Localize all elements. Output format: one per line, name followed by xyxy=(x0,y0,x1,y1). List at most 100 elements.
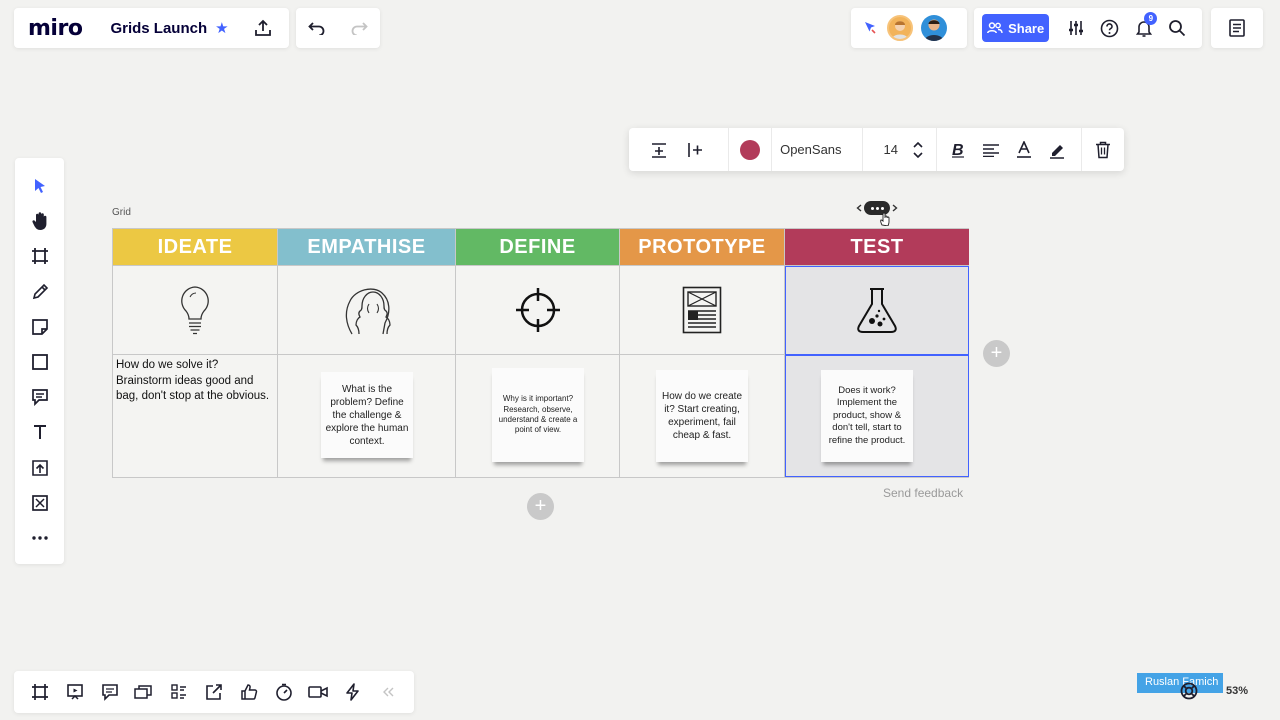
sticky-note[interactable]: Does it work? Implement the product, sho… xyxy=(821,370,913,462)
undo-button[interactable] xyxy=(308,21,326,35)
avatar[interactable] xyxy=(921,15,947,41)
bold-button[interactable]: B xyxy=(937,128,979,171)
crop-tool[interactable] xyxy=(24,489,56,517)
target-icon xyxy=(515,288,560,332)
grid-column-test[interactable]: TEST Does it work? Implement the product… xyxy=(785,229,969,477)
video-call-button[interactable] xyxy=(302,676,334,708)
grid-column-ideate[interactable]: IDEATE How do we solve it? Brainstorm id… xyxy=(113,229,278,477)
icon-cell[interactable] xyxy=(785,266,969,355)
collapse-toolbar-button[interactable] xyxy=(372,676,404,708)
comments-button[interactable] xyxy=(94,676,126,708)
shape-tool[interactable] xyxy=(24,348,56,376)
grid-column-define[interactable]: DEFINE Why is it important? Research, ob… xyxy=(456,229,620,477)
text-cell[interactable]: How do we solve it? Brainstorm ideas goo… xyxy=(113,355,277,477)
double-chevron-left-icon xyxy=(382,687,394,697)
text-color-icon xyxy=(1017,141,1032,158)
board-title[interactable]: Grids Launch xyxy=(110,20,207,37)
chevron-left-icon xyxy=(856,204,862,212)
add-column-plus-button[interactable]: + xyxy=(983,340,1010,367)
insert-column-icon xyxy=(688,142,703,157)
column-header[interactable]: PROTOTYPE xyxy=(620,229,784,266)
pointer-icon xyxy=(34,179,45,193)
text-cell[interactable]: Does it work? Implement the product, sho… xyxy=(785,355,969,477)
notifications-button[interactable]: 9 xyxy=(1127,12,1161,44)
context-toolbar: OpenSans 14 B xyxy=(629,128,1124,171)
star-icon[interactable]: ★ xyxy=(215,19,228,37)
hand-cursor-icon xyxy=(880,212,890,226)
icon-cell[interactable] xyxy=(278,266,455,355)
frame-tool[interactable] xyxy=(24,242,56,270)
redo-button[interactable] xyxy=(350,21,368,35)
font-size-input[interactable]: 14 xyxy=(862,142,911,157)
kanban-button[interactable] xyxy=(163,676,195,708)
add-column-button[interactable] xyxy=(679,128,711,171)
timer-button[interactable] xyxy=(268,676,300,708)
text-cell[interactable]: How do we create it? Start creating, exp… xyxy=(620,355,784,477)
column-header[interactable]: TEST xyxy=(785,229,969,266)
grid-drag-handle[interactable] xyxy=(856,200,898,216)
share-screen-button[interactable] xyxy=(198,676,230,708)
board-menu-button[interactable] xyxy=(1229,19,1245,37)
highlight-button[interactable] xyxy=(1045,128,1070,171)
icon-cell[interactable] xyxy=(620,266,784,355)
chevron-right-icon xyxy=(892,204,898,212)
presentation-button[interactable] xyxy=(59,676,91,708)
cursor-arrow-icon xyxy=(865,22,876,34)
redo-icon xyxy=(351,22,368,35)
text-color-button[interactable] xyxy=(1003,128,1045,171)
sticky-note[interactable]: How do we create it? Start creating, exp… xyxy=(656,370,748,462)
icon-cell[interactable] xyxy=(113,266,277,355)
frames-button[interactable] xyxy=(24,676,56,708)
hand-tool[interactable] xyxy=(24,207,56,235)
sticky-note[interactable]: What is the problem? Define the challeng… xyxy=(321,372,413,458)
hand-icon xyxy=(31,212,46,231)
grid-column-empathise[interactable]: EMPATHISE What is the problem? Define th… xyxy=(278,229,456,477)
font-size-stepper[interactable] xyxy=(911,135,924,165)
thumbs-up-icon xyxy=(241,684,257,700)
question-icon xyxy=(1101,19,1119,37)
column-header[interactable]: DEFINE xyxy=(456,229,619,266)
settings-button[interactable] xyxy=(1059,12,1093,44)
design-thinking-grid[interactable]: IDEATE How do we solve it? Brainstorm id… xyxy=(112,228,969,478)
align-button[interactable] xyxy=(979,128,1004,171)
font-family-select[interactable]: OpenSans xyxy=(772,142,861,157)
more-icon xyxy=(31,536,48,540)
add-row-plus-button[interactable]: + xyxy=(527,493,554,520)
head-icon xyxy=(345,288,391,335)
add-row-button[interactable] xyxy=(629,128,679,171)
delete-button[interactable] xyxy=(1082,128,1124,171)
select-tool[interactable] xyxy=(24,172,56,200)
cards-button[interactable] xyxy=(128,676,160,708)
follow-cursor-button[interactable] xyxy=(861,19,879,37)
search-icon xyxy=(1169,20,1186,37)
text-cell[interactable]: What is the problem? Define the challeng… xyxy=(278,355,455,477)
column-header[interactable]: EMPATHISE xyxy=(278,229,455,266)
external-link-icon xyxy=(206,684,222,700)
share-button[interactable]: Share xyxy=(982,14,1050,42)
sticky-note[interactable]: Why is it important? Research, observe, … xyxy=(492,368,584,462)
avatar[interactable] xyxy=(887,15,913,41)
pen-tool[interactable] xyxy=(24,278,56,306)
export-button[interactable] xyxy=(247,12,279,44)
icon-cell[interactable] xyxy=(456,266,619,355)
align-left-icon xyxy=(982,143,999,157)
miro-logo[interactable]: miro xyxy=(28,16,83,41)
column-header[interactable]: IDEATE xyxy=(113,229,277,266)
notification-badge: 9 xyxy=(1144,12,1158,25)
zoom-level[interactable]: 53% xyxy=(1226,685,1248,697)
upload-tool[interactable] xyxy=(24,454,56,482)
comment-tool[interactable] xyxy=(24,383,56,411)
text-cell[interactable]: Why is it important? Research, observe, … xyxy=(456,355,619,477)
grid-column-prototype[interactable]: PROTOTYPE How do we create it? Start cre… xyxy=(620,229,785,477)
sticky-note-tool[interactable] xyxy=(24,313,56,341)
fill-color-button[interactable] xyxy=(729,128,771,171)
cell-text[interactable]: How do we solve it? Brainstorm ideas goo… xyxy=(116,358,271,405)
text-tool[interactable] xyxy=(24,418,56,446)
search-button[interactable] xyxy=(1160,12,1194,44)
power-ups-button[interactable] xyxy=(337,676,369,708)
help-button[interactable] xyxy=(1093,12,1127,44)
voting-button[interactable] xyxy=(233,676,265,708)
lifebuoy-icon[interactable] xyxy=(1180,682,1198,700)
send-feedback-link[interactable]: Send feedback xyxy=(883,486,963,500)
more-tools-button[interactable] xyxy=(24,524,56,552)
